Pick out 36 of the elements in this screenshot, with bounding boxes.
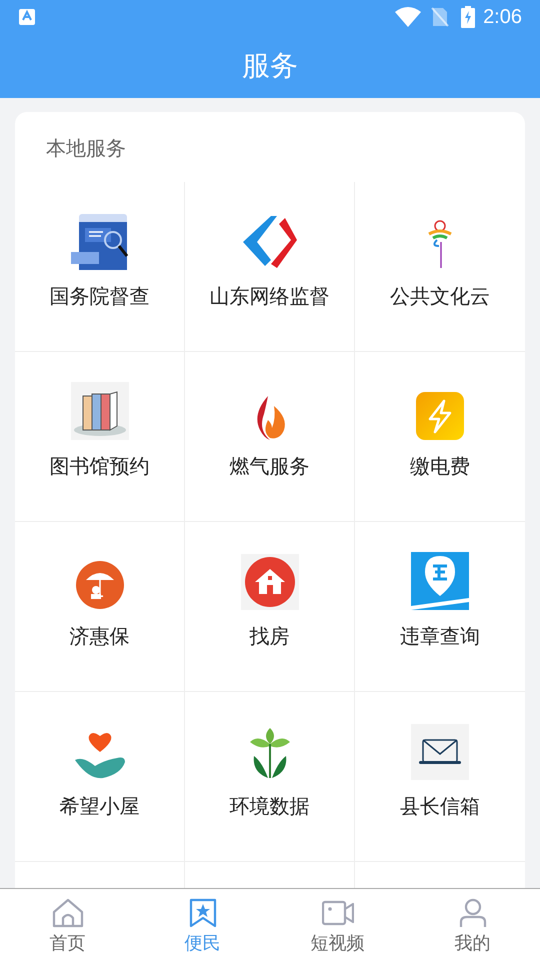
page-title: 服务 — [242, 49, 298, 83]
service-item[interactable]: 济惠保 — [70, 624, 130, 650]
envelope-icon — [411, 724, 469, 780]
heart-hand-icon — [72, 730, 126, 780]
service-item[interactable]: 燃气服务 — [230, 454, 310, 480]
umbrella-icon — [74, 560, 124, 610]
books-icon — [70, 382, 128, 440]
service-item[interactable]: 环境数据 — [230, 794, 310, 820]
map-pin-icon — [411, 552, 469, 610]
service-item[interactable]: 希望小屋 — [60, 794, 140, 820]
service-item[interactable]: 国务院督查 — [50, 284, 150, 310]
section-title: 本地服务 — [45, 137, 127, 162]
document-search-icon — [70, 214, 128, 270]
status-time: 2:06 — [483, 5, 522, 30]
keyboard-app-icon — [18, 8, 36, 26]
no-sim-icon — [431, 7, 450, 27]
service-item[interactable]: 县长信箱 — [400, 794, 480, 820]
service-item[interactable]: 公共文化云 — [390, 284, 490, 310]
service-item[interactable]: 违章查询 — [400, 624, 480, 650]
lightning-icon — [416, 392, 464, 440]
bookmark-star-icon — [188, 898, 216, 928]
video-camera-icon — [322, 899, 354, 927]
home-icon — [52, 898, 84, 928]
service-item[interactable]: 缴电费 — [410, 454, 470, 480]
battery-charging-icon — [461, 6, 476, 28]
service-item[interactable]: 山东网络监督 — [210, 284, 330, 310]
service-item[interactable]: 找房 — [250, 624, 290, 650]
nav-tab[interactable]: 首页 — [0, 889, 135, 960]
wifi-icon — [395, 7, 422, 27]
person-icon — [458, 898, 488, 928]
house-icon — [240, 554, 298, 610]
service-item[interactable]: 图书馆预约 — [50, 454, 150, 480]
nav-tab[interactable]: 短视频 — [270, 889, 405, 960]
sprout-hands-icon — [248, 728, 292, 780]
bracket-logo-icon — [240, 214, 298, 270]
nav-tab[interactable]: 我的 — [405, 889, 540, 960]
